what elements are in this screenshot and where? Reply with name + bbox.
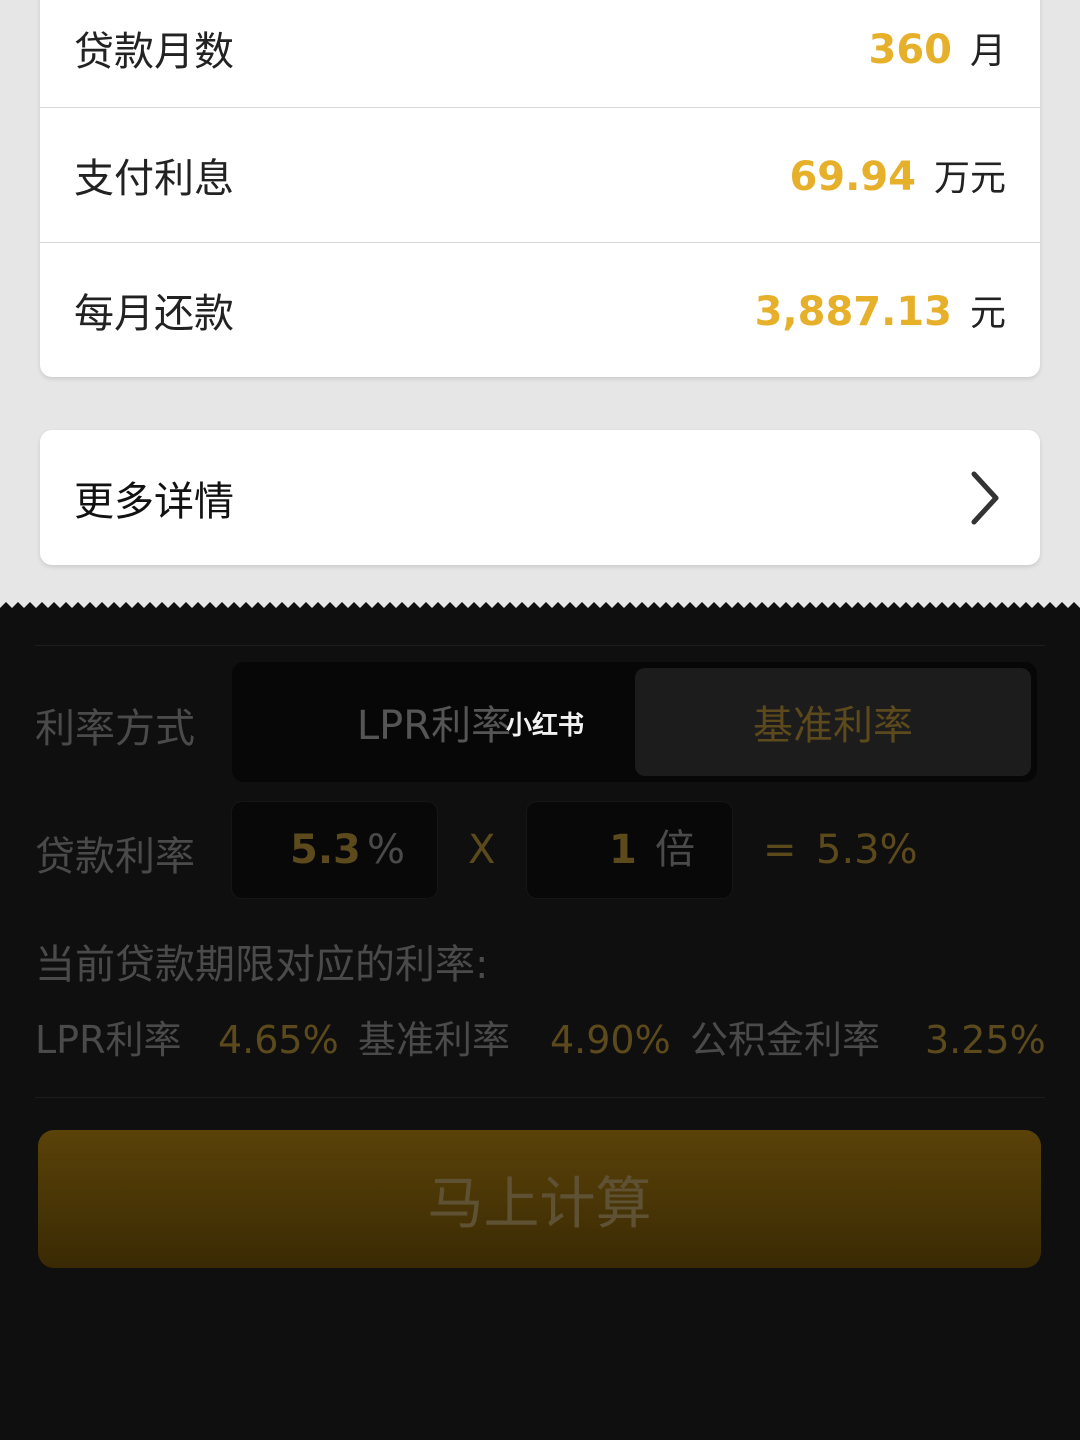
loan-rate-label: 贷款利率 [35, 834, 195, 880]
loan-rate-result: 5.3% [816, 827, 918, 873]
multiplier-unit: 倍 [655, 827, 695, 873]
times-symbol: X [468, 827, 496, 873]
more-details-button[interactable]: 更多详情 [40, 430, 1040, 565]
current-rate-value: 4.90% [550, 1018, 671, 1062]
current-rate-name: 基准利率 [358, 1018, 511, 1062]
result-value: 360 [868, 26, 952, 73]
multiplier-value: 1 [609, 827, 637, 873]
result-label: 贷款月数 [74, 28, 234, 75]
current-rates-title: 当前贷款期限对应的利率: [35, 942, 489, 988]
more-details-label: 更多详情 [74, 478, 234, 525]
calculate-button[interactable]: 马上计算 [38, 1130, 1041, 1268]
current-rate-value: 3.25% [925, 1018, 1046, 1062]
result-unit: 月 [969, 30, 1006, 72]
chevron-right-icon [971, 471, 999, 524]
result-value: 69.94 [789, 154, 916, 200]
current-rate-benchmark: 基准利率 [358, 1010, 510, 1070]
current-rate-name: LPR利率 [35, 1018, 182, 1062]
result-value: 3,887.13 [754, 289, 952, 335]
watermark-text: 小红书 [506, 711, 585, 741]
rate-mode-toggle: LPR利率 基准利率 [232, 662, 1037, 782]
current-rate-value: 4.65% [218, 1018, 339, 1062]
result-label: 每月还款 [74, 291, 234, 337]
result-unit: 万元 [933, 158, 1006, 199]
result-row-monthly-payment: 每月还款 3,887.13 元 [40, 242, 1040, 377]
rate-mode-label: 利率方式 [35, 706, 195, 752]
result-unit: 元 [969, 293, 1006, 334]
multiplier-input[interactable]: 1 倍 [527, 802, 732, 898]
results-card: 贷款月数 360 月 支付利息 69.94 万元 每月还款 3,887.13 元 [40, 0, 1040, 377]
result-label: 支付利息 [74, 156, 234, 202]
current-rate-lpr: LPR利率 [35, 1010, 182, 1070]
divider [35, 645, 1045, 646]
rate-mode-option-benchmark[interactable]: 基准利率 [635, 668, 1031, 776]
result-row-interest: 支付利息 69.94 万元 [40, 107, 1040, 242]
equals-symbol: = [763, 827, 797, 873]
base-rate-value: 5.3 [290, 827, 361, 873]
result-row-months: 贷款月数 360 月 [40, 0, 1040, 115]
current-rate-name: 公积金利率 [690, 1018, 881, 1062]
base-rate-input[interactable]: 5.3 % [232, 802, 437, 898]
base-rate-unit: % [367, 827, 406, 873]
divider [35, 1097, 1045, 1098]
current-rate-fund: 公积金利率 [690, 1010, 880, 1070]
